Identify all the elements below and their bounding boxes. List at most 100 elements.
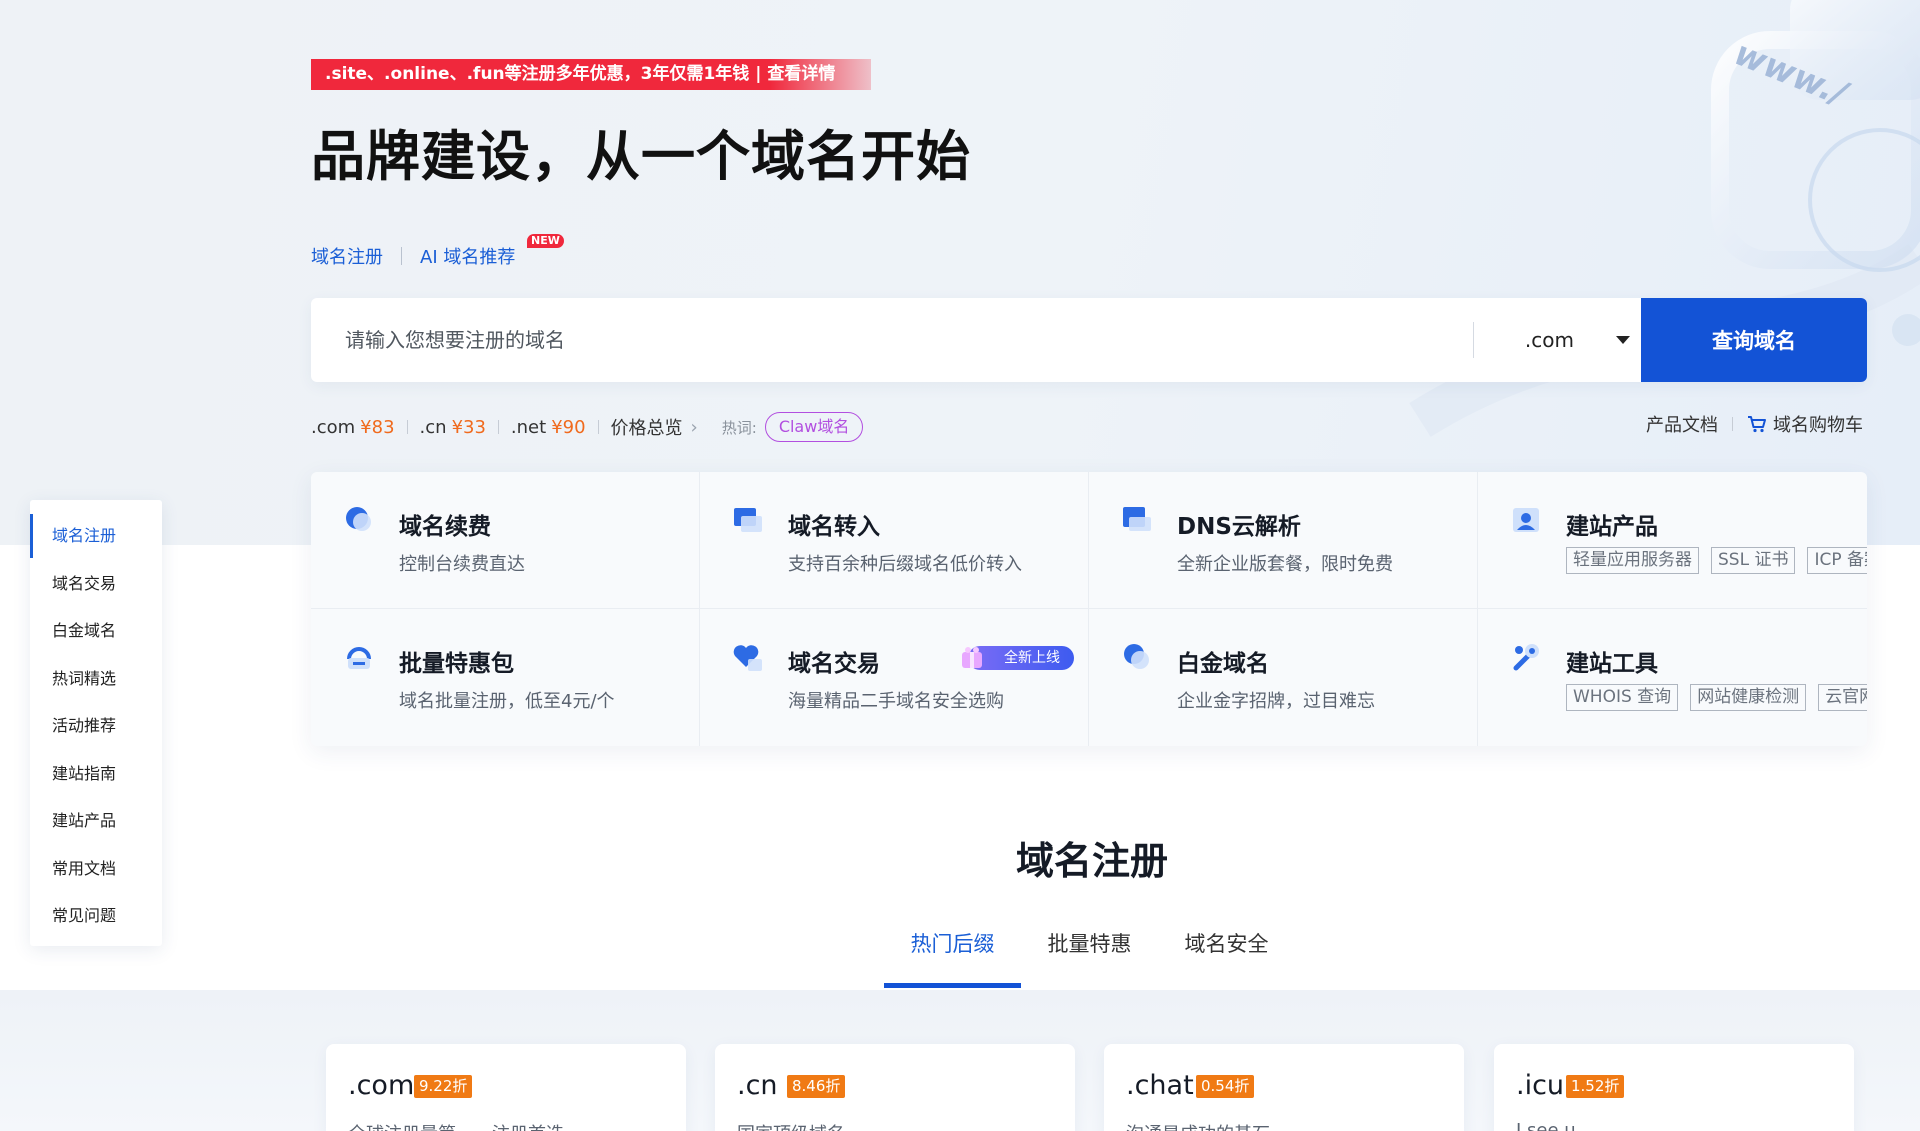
discount-badge: 0.54折 — [1196, 1075, 1255, 1098]
price-item-com[interactable]: .com ¥83 — [311, 417, 395, 438]
feature-desc: 企业金字招牌，过目难忘 — [1177, 691, 1375, 712]
side-nav-activities[interactable]: 活动推荐 — [30, 702, 162, 750]
tag-site-health[interactable]: 网站健康检测 — [1690, 684, 1807, 711]
card-tld: .icu — [1516, 1070, 1565, 1101]
side-nav-platinum[interactable]: 白金域名 — [30, 607, 162, 655]
feature-title: 白金域名 — [1177, 651, 1269, 677]
card-desc: 沟通是成功的基石 — [1126, 1120, 1270, 1131]
chevron-right-icon: › — [690, 416, 698, 438]
tab-bulk-offer[interactable]: 批量特惠 — [1021, 920, 1158, 988]
feature-bulk-package[interactable]: 批量特惠包 域名批量注册，低至4元/个 — [311, 609, 700, 746]
tld-select-value: .com — [1524, 328, 1574, 352]
tld-select[interactable]: .com — [1474, 298, 1652, 382]
caret-down-icon — [1616, 336, 1630, 344]
domain-cart-link[interactable]: 域名购物车 — [1747, 411, 1863, 437]
mode-divider — [401, 247, 402, 265]
hot-word-tag[interactable]: Claw域名 — [764, 412, 864, 442]
site-product-icon — [1513, 508, 1539, 532]
heart-icon — [733, 645, 762, 671]
dns-icon — [1123, 507, 1151, 531]
tld-card-cn[interactable]: .cn 8.46折 国家顶级域名 — [715, 1044, 1075, 1131]
card-desc: 国家顶级域名 — [737, 1120, 845, 1131]
promo-banner[interactable]: .site、.online、.fun等注册多年优惠，3年仅需1年钱 | 查看详情 — [311, 59, 871, 90]
cart-icon — [1748, 416, 1766, 433]
feature-site-tools[interactable]: 建站工具 WHOIS 查询 网站健康检测 云官网建站 — [1478, 609, 1867, 746]
search-box: .com 查询域名 — [311, 298, 1867, 382]
divider — [497, 420, 499, 434]
divider — [1732, 417, 1733, 431]
wrench-icon — [1513, 644, 1539, 671]
hero-illustration: www./ — [1360, 0, 1920, 545]
feature-desc: 控制台续费直达 — [399, 554, 525, 575]
tag-lightweight-server[interactable]: 轻量应用服务器 — [1566, 547, 1699, 574]
search-domain-button[interactable]: 查询域名 — [1641, 298, 1867, 382]
feature-site-products[interactable]: 建站产品 轻量应用服务器 SSL 证书 ICP 备案 — [1478, 472, 1867, 609]
hot-words-label: 热词: — [721, 418, 757, 437]
feature-tags: WHOIS 查询 网站健康检测 云官网建站 — [1566, 684, 1867, 711]
feature-title: 建站工具 — [1566, 651, 1658, 677]
tab-hot-suffix[interactable]: 热门后缀 — [884, 920, 1021, 988]
new-badge: NEW — [527, 234, 564, 248]
price-overview-link[interactable]: 价格总览 › — [611, 414, 698, 440]
side-nav-faq[interactable]: 常见问题 — [30, 892, 162, 940]
card-desc: 全球注册量第一，注册首选 — [348, 1120, 564, 1131]
header-links: 产品文档 域名购物车 — [1646, 411, 1863, 437]
feature-title: DNS云解析 — [1177, 514, 1301, 540]
renewal-icon — [346, 507, 371, 531]
feature-desc: 海量精品二手域名安全选购 — [788, 691, 1004, 712]
feature-title: 域名转入 — [788, 514, 880, 540]
price-item-net[interactable]: .net ¥90 — [511, 417, 586, 438]
discount-badge: 1.52折 — [1566, 1075, 1625, 1098]
side-nav: 域名注册 域名交易 白金域名 热词精选 活动推荐 建站指南 建站产品 常用文档 … — [30, 500, 162, 946]
side-nav-site-guide[interactable]: 建站指南 — [30, 750, 162, 798]
feature-title: 批量特惠包 — [399, 651, 514, 677]
feature-title: 域名续费 — [399, 514, 491, 540]
feature-title: 建站产品 — [1566, 514, 1658, 540]
product-docs-link[interactable]: 产品文档 — [1646, 411, 1718, 437]
side-nav-domain-register[interactable]: 域名注册 — [30, 512, 162, 560]
card-desc: I see u — [1516, 1120, 1576, 1131]
feature-desc: 域名批量注册，低至4元/个 — [399, 691, 615, 712]
mode-ai-recommend[interactable]: AI 域名推荐 — [420, 243, 515, 269]
discount-badge: 9.22折 — [414, 1075, 473, 1098]
tag-whois[interactable]: WHOIS 查询 — [1566, 684, 1679, 711]
price-item-cn[interactable]: .cn ¥33 — [420, 417, 486, 438]
feature-title: 域名交易 — [788, 651, 880, 677]
feature-desc: 全新企业版套餐，限时免费 — [1177, 554, 1393, 575]
tag-ssl-cert[interactable]: SSL 证书 — [1711, 547, 1796, 574]
domain-search-input[interactable] — [311, 298, 1471, 382]
feature-desc: 支持百余种后缀域名低价转入 — [788, 554, 1022, 575]
feature-domain-trading[interactable]: 域名交易 全新上线 海量精品二手域名安全选购 — [700, 609, 1089, 746]
feature-domain-transfer[interactable]: 域名转入 支持百余种后缀域名低价转入 — [700, 472, 1089, 609]
search-mode-switch: 域名注册 AI 域名推荐 — [311, 243, 515, 269]
feature-platinum-domain[interactable]: 白金域名 企业金字招牌，过目难忘 — [1089, 609, 1478, 746]
side-nav-domain-trading[interactable]: 域名交易 — [30, 560, 162, 608]
side-nav-hot-words[interactable]: 热词精选 — [30, 655, 162, 703]
transfer-icon — [734, 508, 762, 532]
divider — [597, 420, 599, 434]
section-tabs: 热门后缀 批量特惠 域名安全 — [884, 920, 1295, 988]
price-row: .com ¥83 .cn ¥33 .net ¥90 价格总览 › 热词: Claw域名 — [311, 412, 864, 442]
side-nav-site-products[interactable]: 建站产品 — [30, 797, 162, 845]
section-title: 域名注册 — [1016, 839, 1169, 883]
side-nav-docs[interactable]: 常用文档 — [30, 845, 162, 893]
tld-card-com[interactable]: .com 9.22折 全球注册量第一，注册首选 — [326, 1044, 686, 1131]
gift-icon — [962, 647, 982, 668]
tab-domain-security[interactable]: 域名安全 — [1158, 920, 1295, 988]
tld-card-icu[interactable]: .icu 1.52折 I see u — [1494, 1044, 1854, 1131]
feature-tags: 轻量应用服务器 SSL 证书 ICP 备案 — [1566, 547, 1867, 574]
feature-domain-renewal[interactable]: 域名续费 控制台续费直达 — [311, 472, 700, 609]
feature-dns[interactable]: DNS云解析 全新企业版套餐，限时免费 — [1089, 472, 1478, 609]
platinum-icon — [1124, 644, 1149, 669]
divider — [406, 420, 408, 434]
card-tld: .cn — [737, 1070, 778, 1101]
mode-register[interactable]: 域名注册 — [311, 243, 383, 269]
card-tld: .chat — [1126, 1070, 1194, 1101]
tld-card-chat[interactable]: .chat 0.54折 沟通是成功的基石 — [1104, 1044, 1464, 1131]
hero-title: 品牌建设，从一个域名开始 — [311, 125, 971, 188]
bulk-package-icon — [347, 647, 371, 669]
tag-cloud-site[interactable]: 云官网建站 — [1818, 684, 1867, 711]
tag-icp-filing[interactable]: ICP 备案 — [1807, 547, 1867, 574]
discount-badge: 8.46折 — [787, 1075, 846, 1098]
feature-grid: 域名续费 控制台续费直达 域名转入 支持百余种后缀域名低价转入 DNS云解析 全… — [311, 472, 1867, 746]
